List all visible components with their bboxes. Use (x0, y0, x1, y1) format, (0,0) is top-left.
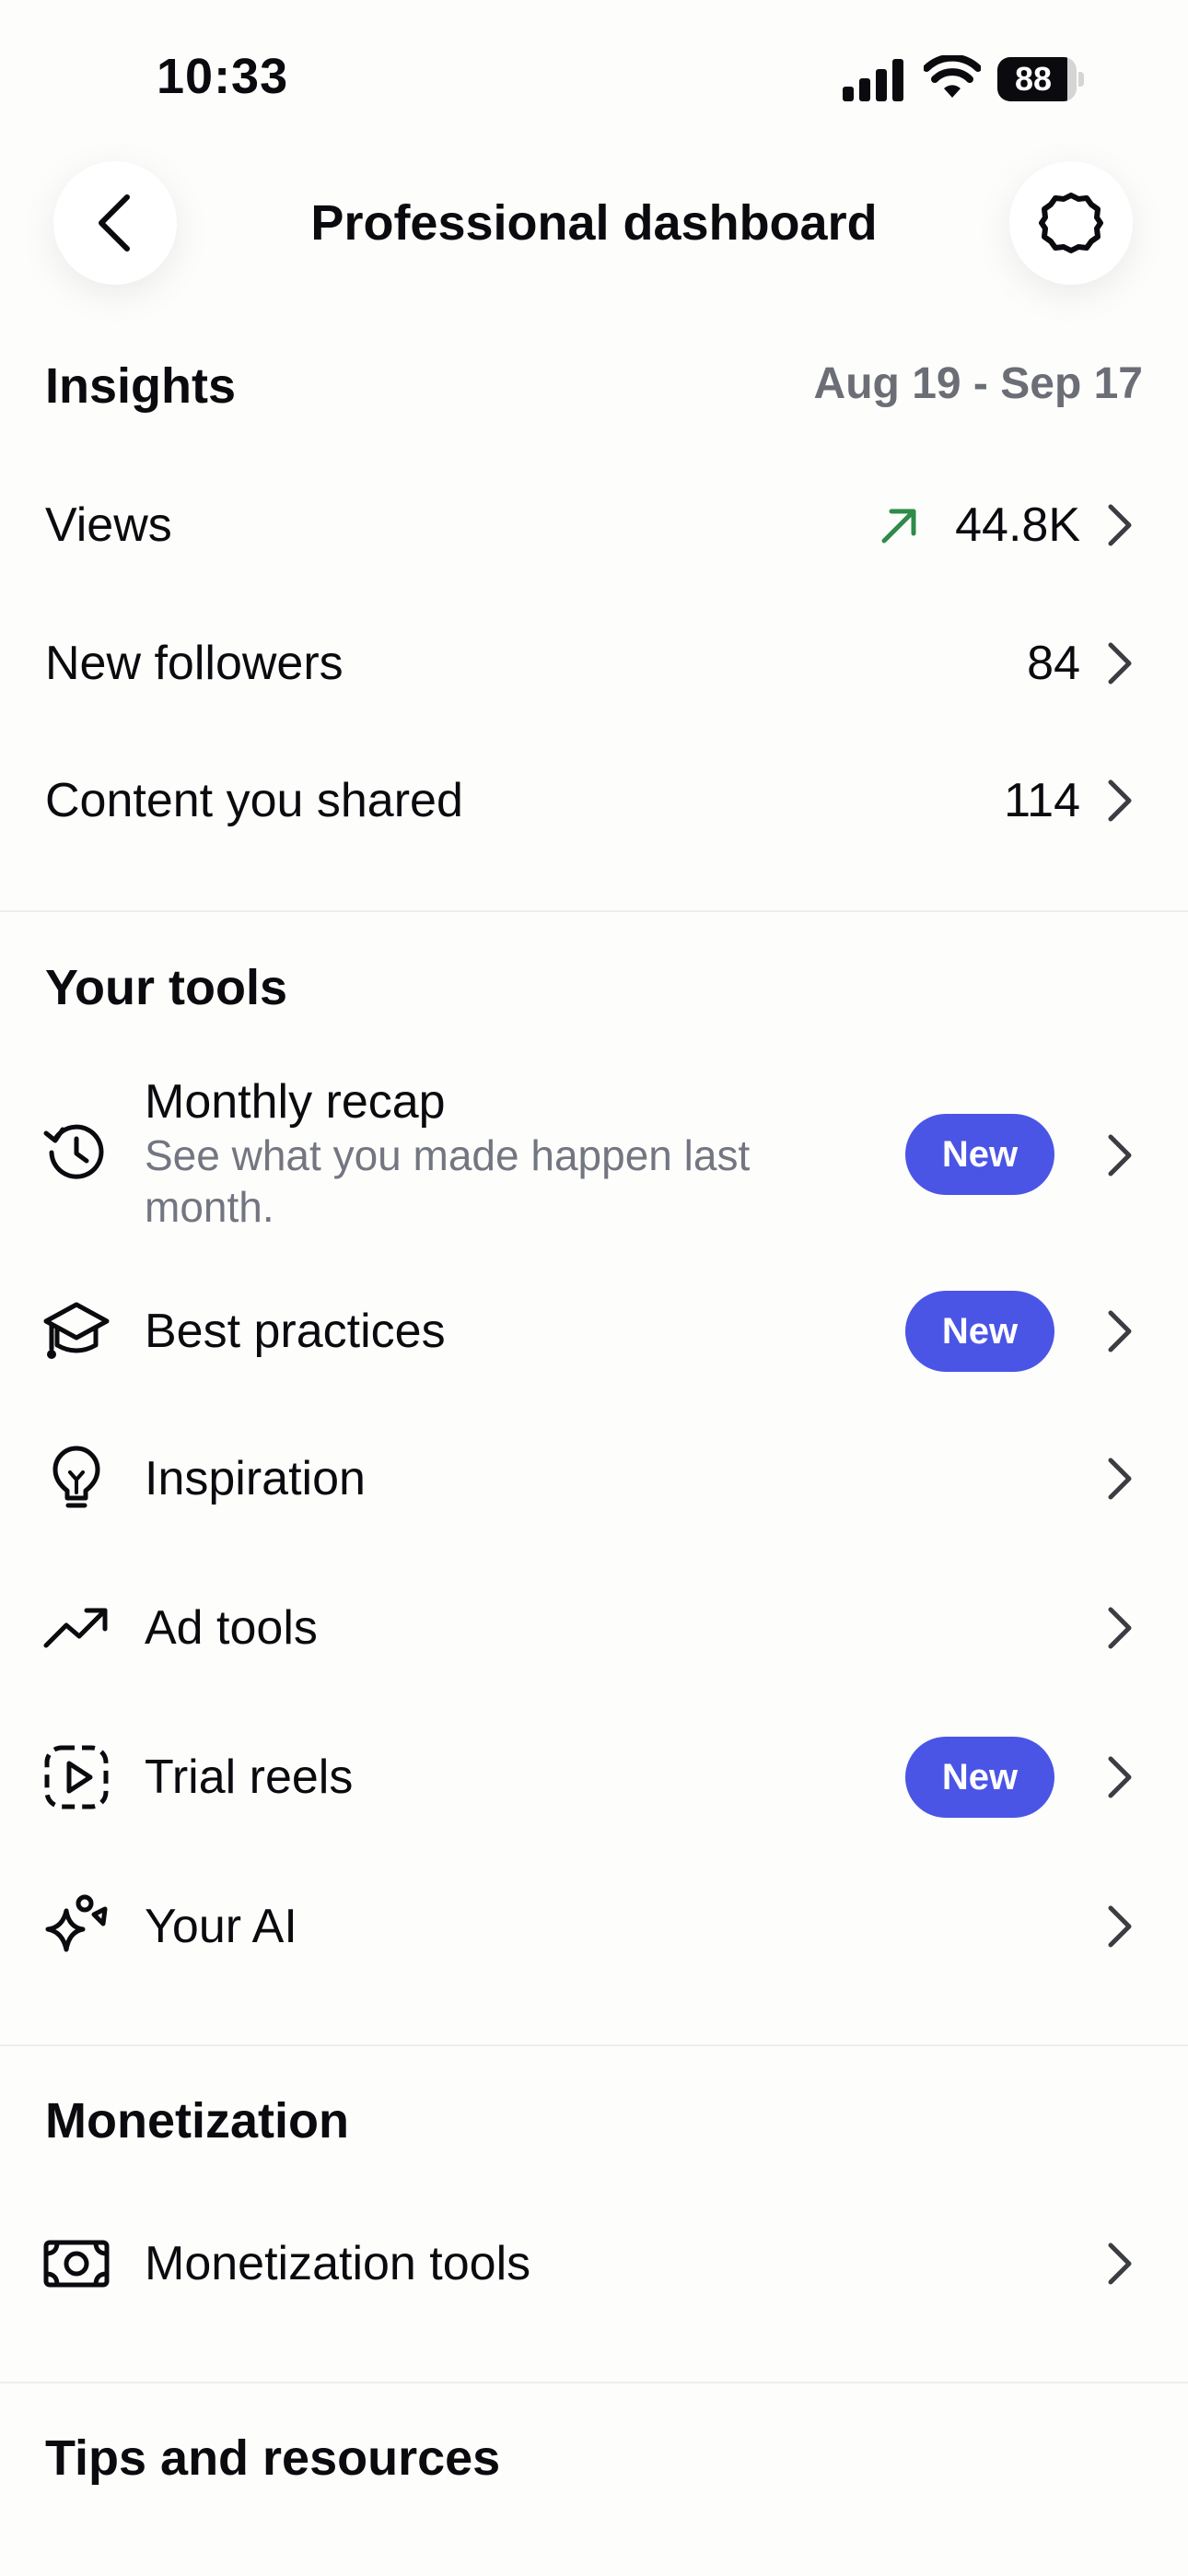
insights-row-views[interactable]: Views 44.8K (0, 470, 1188, 580)
tool-row-ad-tools[interactable]: Ad tools (0, 1568, 1188, 1688)
status-time: 10:33 (157, 49, 289, 104)
trend-up-icon (881, 509, 916, 544)
tool-row-your-ai[interactable]: Your AI (0, 1867, 1188, 1986)
inspiration-label: Inspiration (145, 1452, 366, 1505)
tools-header: Your tools (45, 960, 287, 1015)
views-label: Views (45, 498, 172, 552)
chevron-right-icon (1108, 779, 1132, 822)
best-practices-label: Best practices (145, 1305, 446, 1358)
wifi-icon (924, 55, 981, 98)
battery-level: 88 (1014, 60, 1053, 98)
chevron-right-icon (1108, 1310, 1132, 1352)
your-ai-label: Your AI (145, 1900, 297, 1953)
chevron-right-icon (1108, 1756, 1132, 1798)
tool-row-monthly-recap[interactable]: Monthly recap See what you made happen l… (0, 1060, 1188, 1244)
chevron-right-icon (1108, 504, 1132, 546)
section-divider (0, 910, 1188, 912)
chevron-right-icon (1108, 1607, 1132, 1649)
monthly-recap-label: Monthly recap (145, 1075, 446, 1129)
new-badge: New (905, 1291, 1054, 1372)
graduation-cap-icon (43, 1302, 110, 1359)
history-icon (43, 1124, 104, 1179)
settings-button[interactable] (1009, 161, 1133, 285)
gear-icon (1039, 193, 1103, 253)
content-shared-label: Content you shared (45, 774, 463, 827)
lightbulb-icon (52, 1446, 100, 1508)
signal-icon (843, 59, 903, 101)
monetization-tools-label: Monetization tools (145, 2237, 531, 2290)
monthly-recap-sublabel: See what you made happen last month. (145, 1131, 751, 1231)
tool-row-monetization-tools[interactable]: Monetization tools (0, 2204, 1188, 2324)
reel-play-icon (44, 1745, 109, 1809)
insights-header: Insights (45, 358, 237, 414)
status-bar: 10:33 88 (0, 0, 1188, 161)
sparkle-icon (45, 1894, 108, 1952)
tips-header: Tips and resources (45, 2430, 501, 2486)
new-followers-value: 84 (1027, 637, 1080, 690)
trending-up-icon (43, 1608, 108, 1648)
section-divider (0, 2382, 1188, 2383)
views-value: 44.8K (955, 498, 1080, 552)
tool-row-best-practices[interactable]: Best practices New (0, 1271, 1188, 1391)
chevron-right-icon (1108, 642, 1132, 685)
insights-row-new-followers[interactable]: New followers 84 (0, 608, 1188, 719)
content-shared-value: 114 (1004, 774, 1080, 827)
tool-row-trial-reels[interactable]: Trial reels New (0, 1717, 1188, 1837)
new-followers-label: New followers (45, 637, 344, 690)
trial-reels-label: Trial reels (145, 1751, 354, 1804)
battery-icon: 88 (997, 57, 1086, 101)
section-divider (0, 2044, 1188, 2046)
chevron-right-icon (1108, 1458, 1132, 1500)
chevron-right-icon (1108, 1134, 1132, 1177)
date-range[interactable]: Aug 19 - Sep 17 (814, 355, 1143, 414)
battery-cap (1078, 72, 1084, 87)
insights-row-content-shared[interactable]: Content you shared 114 (0, 745, 1188, 856)
chevron-right-icon (1108, 2242, 1132, 2285)
cash-icon (43, 2240, 110, 2288)
tool-row-inspiration[interactable]: Inspiration (0, 1419, 1188, 1539)
new-badge: New (905, 1114, 1054, 1195)
professional-dashboard-screen: 10:33 88 Professional dashboard Insights… (0, 0, 1188, 2576)
chevron-right-icon (1108, 1905, 1132, 1948)
new-badge: New (905, 1737, 1054, 1818)
ad-tools-label: Ad tools (145, 1601, 318, 1655)
battery-body: 88 (997, 57, 1077, 101)
monetization-header: Monetization (45, 2093, 349, 2149)
